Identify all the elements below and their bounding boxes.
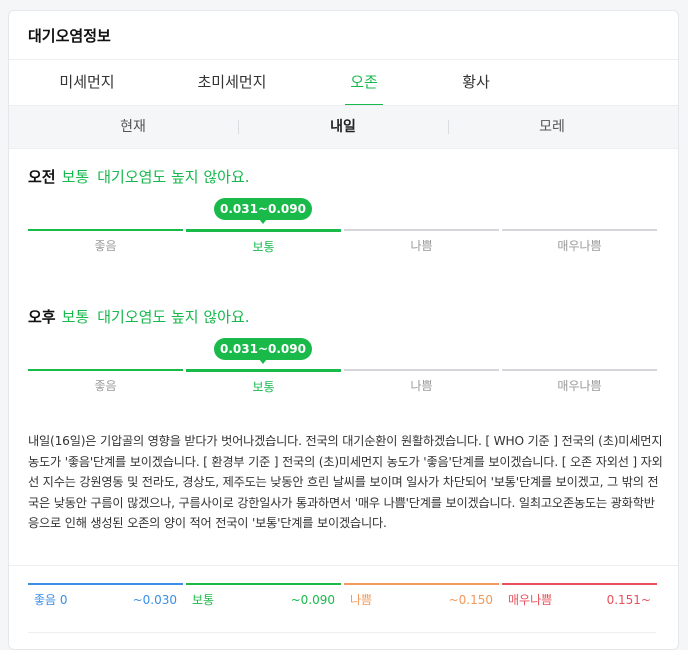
range-bubble: 0.031~0.090 <box>214 338 312 364</box>
scale-bad: 나쁨 <box>344 229 499 261</box>
card-title: 대기오염정보 <box>28 27 111 45</box>
legend-range: ~0.030 <box>132 593 177 607</box>
legend-name: 나쁨 <box>350 593 373 607</box>
pollutant-tabs: 미세먼지 초미세먼지 오존 황사 <box>9 59 678 106</box>
air-quality-card: 대기오염정보 미세먼지 초미세먼지 오존 황사 현재 내일 모레 오전 보통 대기오… <box>8 10 679 650</box>
tab-yellow-dust[interactable]: 황사 <box>461 60 491 106</box>
legend-range: 0.151~ <box>606 593 651 607</box>
afternoon-forecast: 오후 보통 대기오염도 높지 않아요. <box>28 306 250 327</box>
legend-bad: 나쁨 ~0.150 <box>344 583 499 613</box>
scale-normal: 보통 <box>186 229 341 261</box>
subtab-day-after[interactable]: 모레 <box>442 106 662 148</box>
divider <box>9 565 678 566</box>
legend-good: 좋음 0 ~0.030 <box>28 583 183 613</box>
grade-scale: 좋음 보통 나쁨 매우나쁨 <box>28 369 657 401</box>
scale-very-bad: 매우나쁨 <box>502 369 657 401</box>
tab-ozone[interactable]: 오존 <box>345 60 383 106</box>
period-grade: 보통 <box>61 308 90 326</box>
legend-name: 좋음 0 <box>34 593 68 607</box>
legend-very-bad: 매우나쁨 0.151~ <box>502 583 657 613</box>
scale-normal: 보통 <box>186 369 341 401</box>
period-message: 대기오염도 높지 않아요. <box>97 308 250 326</box>
period-time: 오전 <box>28 168 56 186</box>
legend-range: ~0.090 <box>290 593 335 607</box>
tab-ultrafine-dust[interactable]: 초미세먼지 <box>194 60 270 106</box>
range-bubble: 0.031~0.090 <box>214 198 312 224</box>
tab-fine-dust[interactable]: 미세먼지 <box>57 60 117 106</box>
grade-legend: 좋음 0 ~0.030 보통 ~0.090 나쁨 ~0.150 매우나쁨 0.1… <box>28 583 657 613</box>
legend-range: ~0.150 <box>448 593 493 607</box>
legend-name: 매우나쁨 <box>508 593 553 607</box>
period-grade: 보통 <box>61 168 90 186</box>
legend-name: 보통 <box>192 593 215 607</box>
day-subtabs: 현재 내일 모레 <box>9 105 678 149</box>
scale-very-bad: 매우나쁨 <box>502 229 657 261</box>
period-time: 오후 <box>28 308 56 326</box>
scale-good: 좋음 <box>28 369 183 401</box>
legend-normal: 보통 ~0.090 <box>186 583 341 613</box>
scale-good: 좋음 <box>28 229 183 261</box>
period-message: 대기오염도 높지 않아요. <box>97 168 250 186</box>
subtab-tomorrow[interactable]: 내일 <box>233 106 453 148</box>
forecast-description: 내일(16일)은 기압골의 영향을 받다가 벗어나겠습니다. 전국의 대기순환이… <box>28 434 663 531</box>
subtab-today[interactable]: 현재 <box>23 106 243 148</box>
grade-scale: 좋음 보통 나쁨 매우나쁨 <box>28 229 657 261</box>
scale-bad: 나쁨 <box>344 369 499 401</box>
morning-forecast: 오전 보통 대기오염도 높지 않아요. <box>28 166 250 187</box>
legend-bottom-line <box>28 632 656 633</box>
